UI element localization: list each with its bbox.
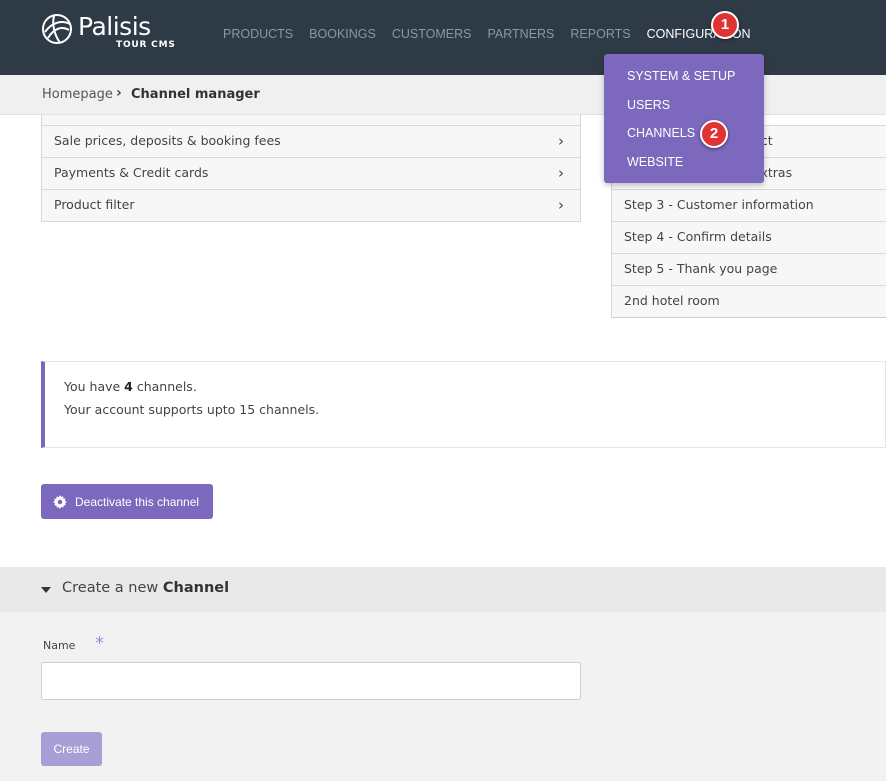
menu-item-system-setup[interactable]: SYSTEM & SETUP <box>604 66 764 95</box>
nav-reports[interactable]: REPORTS <box>570 27 630 41</box>
channel-limit-text: Your account supports upto 15 channels. <box>64 402 320 417</box>
list-item[interactable] <box>42 115 580 125</box>
create-channel-form: Name * Create <box>0 612 886 781</box>
gear-icon <box>53 494 67 509</box>
nav-bookings[interactable]: BOOKINGS <box>309 27 376 41</box>
chevron-right-icon: › <box>558 132 564 150</box>
title-prefix: Create a new <box>62 580 163 596</box>
channel-info-box: You have 4 channels. Your account suppor… <box>41 361 886 448</box>
menu-item-users[interactable]: USERS <box>604 95 764 124</box>
palisis-logo[interactable]: Palisis TOUR CMS <box>40 12 176 50</box>
breadcrumb-current: Channel manager <box>131 87 260 102</box>
configuration-dropdown-menu: SYSTEM & SETUP USERS CHANNELS WEBSITE <box>604 54 764 183</box>
chevron-right-icon: › <box>558 164 564 182</box>
channel-count: 4 <box>124 379 133 394</box>
settings-menu-list: Sale prices, deposits & booking fees › P… <box>41 115 581 222</box>
chevron-right-icon: › <box>558 196 564 214</box>
list-item[interactable]: Step 3 - Customer information <box>612 189 886 221</box>
channel-name-input[interactable] <box>41 662 581 700</box>
deactivate-channel-button[interactable]: Deactivate this channel <box>41 484 213 519</box>
list-item[interactable]: 2nd hotel room <box>612 285 886 317</box>
step-badge-1: 1 <box>711 11 739 39</box>
info-prefix: You have <box>64 379 125 394</box>
list-item-payments[interactable]: Payments & Credit cards › <box>42 157 580 189</box>
deactivate-label: Deactivate this channel <box>75 494 200 509</box>
caret-down-icon <box>41 587 51 593</box>
required-asterisk-icon: * <box>95 633 104 654</box>
list-item-product-filter[interactable]: Product filter › <box>42 189 580 221</box>
main-nav: PRODUCTS BOOKINGS CUSTOMERS PARTNERS REP… <box>223 27 767 41</box>
list-item-sale-prices[interactable]: Sale prices, deposits & booking fees › <box>42 125 580 157</box>
nav-products[interactable]: PRODUCTS <box>223 27 293 41</box>
list-item-label: Product filter <box>54 197 135 212</box>
create-button[interactable]: Create <box>41 732 102 766</box>
create-channel-header[interactable]: Create a new Channel <box>0 567 886 612</box>
title-bold: Channel <box>162 580 230 596</box>
breadcrumb-separator-icon: › <box>116 85 122 101</box>
nav-partners[interactable]: PARTNERS <box>487 27 554 41</box>
logo-globe-icon <box>42 14 72 44</box>
breadcrumb-home-link[interactable]: Homepage <box>42 87 113 102</box>
create-channel-title: Create a new Channel <box>62 580 229 596</box>
name-field-label: Name <box>43 639 76 652</box>
info-suffix: channels. <box>132 379 197 394</box>
channel-count-text: You have 4 channels. <box>64 379 197 394</box>
list-item-label: Payments & Credit cards <box>54 165 209 180</box>
list-item-label: Sale prices, deposits & booking fees <box>54 133 281 148</box>
list-item[interactable]: Step 5 - Thank you page <box>612 253 886 285</box>
step-badge-2: 2 <box>700 120 728 148</box>
nav-customers[interactable]: CUSTOMERS <box>392 27 472 41</box>
brand-name: Palisis <box>78 12 151 41</box>
list-item[interactable]: Step 4 - Confirm details <box>612 221 886 253</box>
menu-item-channels[interactable]: CHANNELS <box>604 123 764 152</box>
brand-subtitle: TOUR CMS <box>116 40 176 50</box>
menu-item-website[interactable]: WEBSITE <box>604 152 764 181</box>
